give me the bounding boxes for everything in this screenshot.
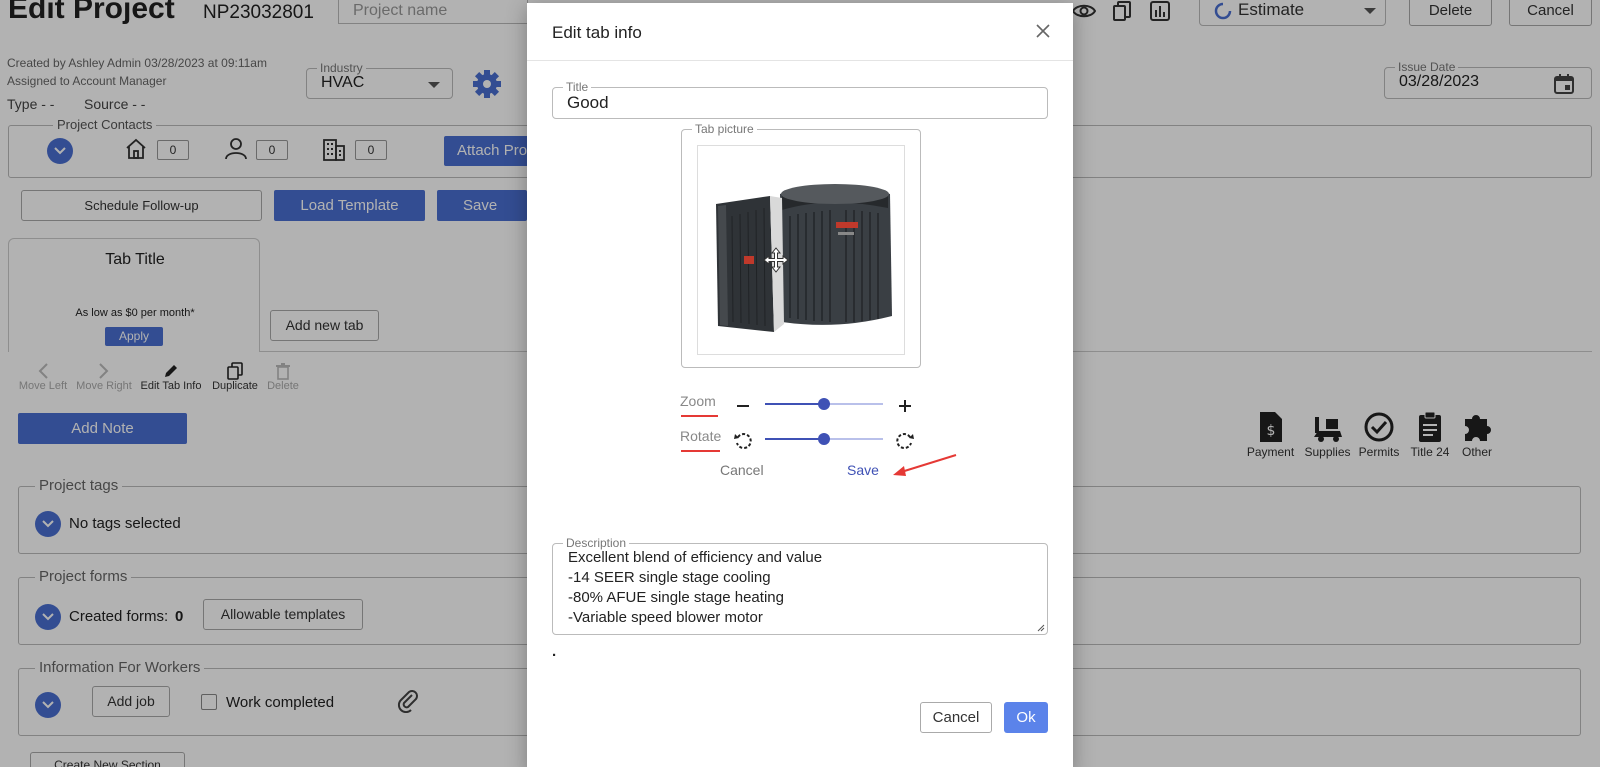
zoom-label: Zoom	[680, 393, 716, 409]
tab-picture-field: Tab picture	[681, 122, 921, 368]
zoom-slider[interactable]	[765, 397, 883, 411]
dialog-ok-button[interactable]: Ok	[1004, 702, 1048, 733]
crop-cancel-button[interactable]: Cancel	[720, 462, 764, 478]
picture-crop-area[interactable]	[697, 145, 905, 355]
title-field[interactable]: Title Good	[552, 80, 1048, 119]
zoom-out-icon[interactable]	[735, 398, 751, 414]
red-arrow-annotation	[893, 454, 957, 476]
edit-tab-info-dialog: Edit tab info Title Good Tab picture Zoo…	[527, 3, 1073, 767]
crop-save-button[interactable]: Save	[847, 462, 879, 478]
description-text: Excellent blend of efficiency and value …	[568, 549, 823, 626]
rotate-left-icon[interactable]	[733, 431, 753, 451]
dialog-title: Edit tab info	[552, 23, 642, 42]
dot-text: .	[552, 643, 557, 660]
zoom-in-icon[interactable]	[897, 398, 913, 414]
rotate-label: Rotate	[680, 428, 722, 444]
rotate-annotation-underline	[681, 450, 720, 452]
rotate-right-icon[interactable]	[895, 431, 915, 451]
title-field-value: Good	[567, 93, 609, 112]
tab-picture-label: Tab picture	[692, 122, 757, 136]
ac-unit-image	[716, 184, 892, 332]
title-field-label: Title	[563, 80, 592, 94]
zoom-annotation-underline	[681, 415, 718, 417]
rotate-slider-thumb[interactable]	[818, 433, 830, 445]
dialog-cancel-button[interactable]: Cancel	[920, 702, 992, 733]
rotate-slider[interactable]	[765, 432, 883, 446]
resize-handle-icon[interactable]	[1037, 624, 1045, 632]
description-field[interactable]: Description Excellent blend of efficienc…	[552, 536, 1048, 635]
zoom-slider-thumb[interactable]	[818, 398, 830, 410]
close-icon[interactable]	[1035, 23, 1051, 39]
dialog-header: Edit tab info	[527, 3, 1073, 61]
